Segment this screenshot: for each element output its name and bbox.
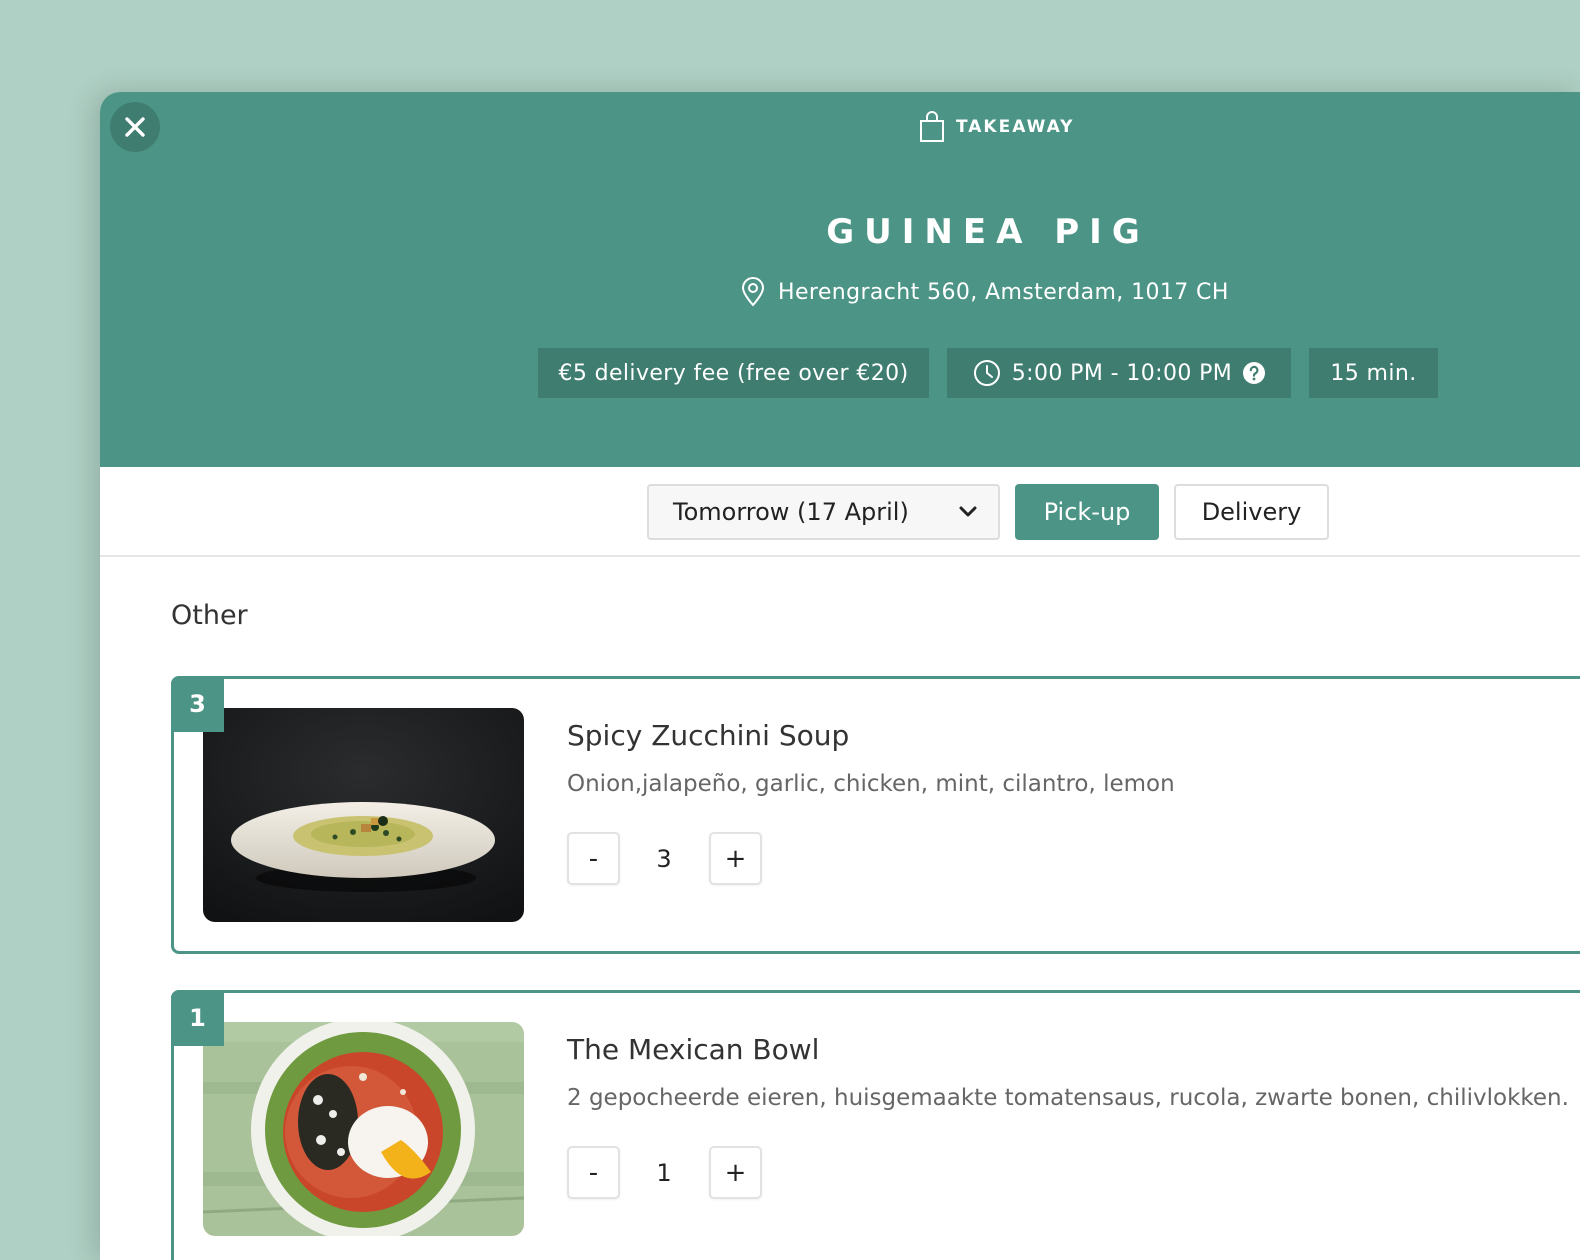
clock-icon (973, 360, 1000, 386)
delivery-fee-badge: €5 delivery fee (free over €20) (538, 348, 929, 398)
item-description: Onion,jalapeño, garlic, chicken, mint, c… (567, 771, 1175, 797)
date-select-value: Tomorrow (17 April) (673, 498, 909, 526)
increase-quantity-button[interactable]: + (709, 1146, 762, 1199)
mexican-bowl-illustration (203, 1022, 524, 1236)
soup-bowl-illustration (203, 708, 524, 922)
restaurant-header: TAKEAWAY GUINEA PIG Herengracht 560, Ams… (100, 92, 1580, 467)
item-name: The Mexican Bowl (567, 1033, 820, 1066)
order-options-bar: Tomorrow (17 April) Pick-up Delivery (100, 467, 1580, 557)
chevron-down-icon (959, 506, 977, 517)
restaurant-address: Herengracht 560, Amsterdam, 1017 CH (740, 277, 1229, 307)
menu-section-title: Other (171, 600, 248, 631)
question-circle-icon[interactable] (1242, 361, 1266, 385)
item-count-badge: 1 (171, 990, 224, 1046)
menu-item-card[interactable]: 1 The Mexican Bowl 2 gepocheerde eieren,… (171, 990, 1580, 1260)
item-photo-soup (203, 708, 524, 922)
increase-quantity-button[interactable]: + (709, 832, 762, 885)
item-description: 2 gepocheerde eieren, huisgemaakte tomat… (567, 1085, 1569, 1111)
prep-time-badge: 15 min. (1309, 348, 1438, 398)
opening-hours-text: 5:00 PM - 10:00 PM (1011, 360, 1233, 386)
close-icon (125, 117, 145, 137)
takeaway-mode-indicator: TAKEAWAY (918, 110, 1074, 144)
delivery-fee-text: €5 delivery fee (free over €20) (558, 360, 909, 386)
pickup-button[interactable]: Pick-up (1015, 484, 1159, 540)
close-button[interactable] (110, 102, 160, 152)
prep-time-text: 15 min. (1330, 360, 1417, 386)
takeaway-label: TAKEAWAY (956, 117, 1075, 137)
restaurant-name: GUINEA PIG (826, 212, 1150, 252)
delivery-button[interactable]: Delivery (1174, 484, 1329, 540)
quantity-value: 3 (656, 844, 672, 873)
decrease-quantity-button[interactable]: - (567, 1146, 620, 1199)
opening-hours-badge: 5:00 PM - 10:00 PM (947, 348, 1291, 398)
location-pin-icon (741, 277, 765, 307)
date-select[interactable]: Tomorrow (17 April) (647, 484, 1000, 540)
item-count-badge: 3 (171, 676, 224, 732)
takeaway-panel: TAKEAWAY GUINEA PIG Herengracht 560, Ams… (100, 92, 1580, 1260)
item-photo-bowl (203, 1022, 524, 1236)
shopping-bag-icon (920, 111, 944, 142)
address-text: Herengracht 560, Amsterdam, 1017 CH (778, 279, 1229, 305)
item-name: Spicy Zucchini Soup (567, 719, 850, 752)
decrease-quantity-button[interactable]: - (567, 832, 620, 885)
quantity-value: 1 (656, 1158, 672, 1187)
menu-item-card[interactable]: 3 Spicy Zucchini Soup Onion,jalapeño, ga… (171, 676, 1580, 954)
